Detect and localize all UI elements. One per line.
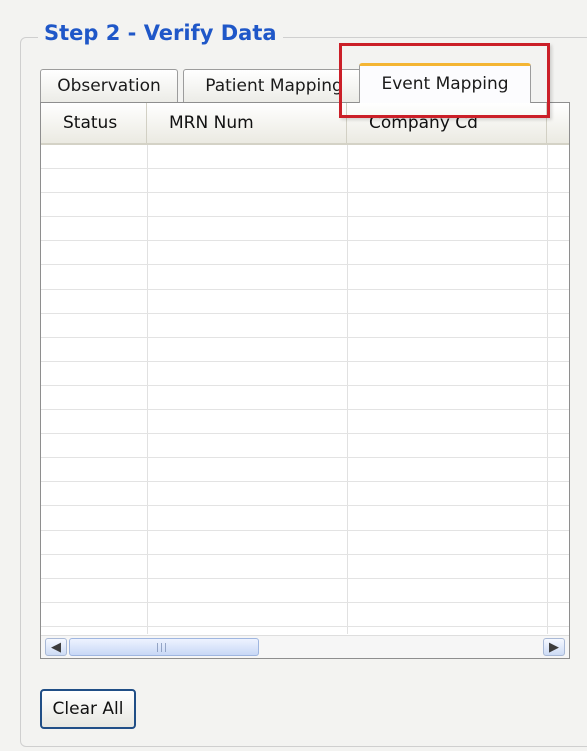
- table-row[interactable]: [41, 555, 569, 579]
- group-title: Step 2 - Verify Data: [38, 18, 283, 48]
- verify-data-panel: Step 2 - Verify Data Observation Patient…: [0, 0, 587, 751]
- scroll-left-icon[interactable]: ◀: [45, 638, 67, 656]
- table-row[interactable]: [41, 265, 569, 290]
- table-row[interactable]: [41, 338, 569, 362]
- table-row[interactable]: [41, 506, 569, 531]
- clear-all-button[interactable]: Clear All: [40, 689, 136, 729]
- table-row[interactable]: [41, 241, 569, 266]
- tab-observation[interactable]: Observation: [40, 69, 178, 102]
- highlight-box: [339, 43, 550, 118]
- table-row[interactable]: [41, 217, 569, 242]
- table-row[interactable]: [41, 362, 569, 386]
- horizontal-scrollbar[interactable]: ◀ ||| ▶: [41, 635, 569, 658]
- scroll-thumb[interactable]: |||: [69, 638, 259, 656]
- scroll-right-icon[interactable]: ▶: [543, 638, 565, 656]
- table-row[interactable]: [41, 169, 569, 194]
- table-row[interactable]: [41, 482, 569, 507]
- table-row[interactable]: [41, 531, 569, 555]
- column-header-status[interactable]: Status: [41, 103, 147, 143]
- table-row[interactable]: [41, 603, 569, 627]
- table-row[interactable]: [41, 193, 569, 218]
- table-row[interactable]: [41, 145, 569, 170]
- table-row[interactable]: [41, 290, 569, 314]
- scroll-grip-icon: |||: [156, 643, 169, 653]
- table-row[interactable]: [41, 314, 569, 338]
- table-row[interactable]: [41, 434, 569, 459]
- column-header-mrn-num[interactable]: MRN Num: [147, 103, 347, 143]
- table-row[interactable]: [41, 386, 569, 411]
- grid-body: [41, 145, 569, 651]
- data-grid[interactable]: Status MRN Num Company Cd ◀ ||| ▶: [40, 102, 570, 659]
- table-row[interactable]: [41, 458, 569, 483]
- table-row[interactable]: [41, 579, 569, 603]
- tab-patient-mapping[interactable]: Patient Mapping: [183, 69, 365, 102]
- table-row[interactable]: [41, 410, 569, 435]
